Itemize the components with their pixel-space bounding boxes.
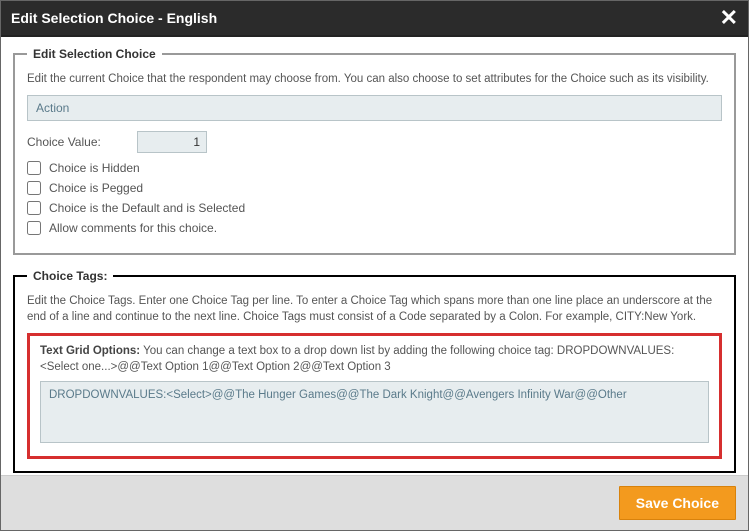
choice-name-input[interactable] — [27, 95, 722, 121]
choice-hidden-checkbox[interactable] — [27, 161, 41, 175]
checkbox-row-comments: Allow comments for this choice. — [27, 221, 722, 235]
choice-value-label: Choice Value: — [27, 135, 127, 149]
allow-comments-checkbox[interactable] — [27, 221, 41, 235]
fieldset-legend: Choice Tags: — [27, 269, 113, 283]
modal-title: Edit Selection Choice - English — [11, 10, 217, 26]
choice-value-row: Choice Value: — [27, 131, 722, 153]
checkbox-row-pegged: Choice is Pegged — [27, 181, 722, 195]
modal-footer: Save Choice — [1, 475, 748, 530]
checkbox-label: Choice is Pegged — [49, 181, 143, 195]
checkbox-label: Choice is Hidden — [49, 161, 140, 175]
modal-header: Edit Selection Choice - English ✕ — [1, 1, 748, 37]
checkbox-row-default: Choice is the Default and is Selected — [27, 201, 722, 215]
help-text: Edit the current Choice that the respond… — [27, 71, 722, 87]
modal-body: Edit Selection Choice Edit the current C… — [1, 37, 748, 475]
close-icon[interactable]: ✕ — [720, 7, 738, 29]
choice-tags-fieldset: Choice Tags: Edit the Choice Tags. Enter… — [13, 269, 736, 473]
fieldset-legend: Edit Selection Choice — [27, 47, 162, 61]
save-choice-button[interactable]: Save Choice — [619, 486, 736, 520]
checkbox-label: Choice is the Default and is Selected — [49, 201, 245, 215]
help-text: Edit the Choice Tags. Enter one Choice T… — [27, 293, 722, 325]
checkbox-label: Allow comments for this choice. — [49, 221, 217, 235]
edit-choice-modal: Edit Selection Choice - English ✕ Edit S… — [1, 1, 748, 530]
choice-tags-textarea[interactable] — [40, 381, 709, 443]
grid-hint: Text Grid Options: You can change a text… — [40, 344, 709, 375]
edit-selection-choice-fieldset: Edit Selection Choice Edit the current C… — [13, 47, 736, 255]
choice-value-input[interactable] — [137, 131, 207, 153]
grid-hint-bold: Text Grid Options: — [40, 345, 140, 357]
choice-default-checkbox[interactable] — [27, 201, 41, 215]
text-grid-options-box: Text Grid Options: You can change a text… — [27, 333, 722, 459]
checkbox-row-hidden: Choice is Hidden — [27, 161, 722, 175]
choice-pegged-checkbox[interactable] — [27, 181, 41, 195]
